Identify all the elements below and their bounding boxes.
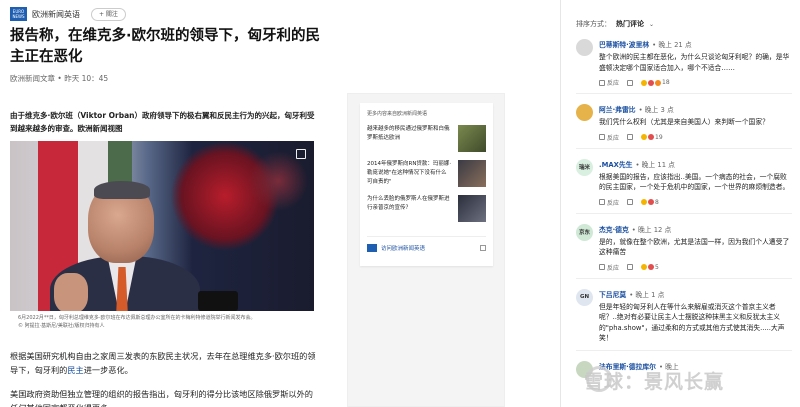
heart-icon [648,264,655,270]
more-icon[interactable] [627,199,634,205]
comment: 京东 杰克·德克 • 晚上 12 点 是的，就像在整个欧洲，尤其是法国一样，因为我… [576,214,792,279]
comment: GN 下吕尼莫 • 晚上 1 点 但是年轻的匈牙利人在等什么来解雇或消灭这个普京主… [576,279,792,351]
like-icon [641,199,648,205]
comment-time: • 晚上 1 点 [629,290,665,299]
sort-bar[interactable]: 排序方式： 热门评论 ⌄ [576,19,792,29]
reply-icon [599,134,605,140]
comment-text: 但是年轻的匈牙利人在等什么来解雇或消灭这个普京主义者呢？..绝对有必要让民主人士… [599,302,785,343]
panel-divider [560,0,561,407]
reply-button[interactable]: 反应 [599,133,619,142]
comment-text: 我们凭什么权利（尤其是来自美国人）来判断一个国家？ [599,118,769,126]
avatar[interactable]: GN [576,288,593,306]
article-title: 报告称，在维克多·欧尔班的领导下，匈牙利的民主正在恶化 [10,28,321,65]
heart-icon [648,134,655,140]
reply-icon [599,79,605,86]
euronews-small-logo [367,244,377,252]
related-thumbnail[interactable] [458,160,486,187]
comment-author[interactable]: .MAX先生 [599,161,632,169]
heart-icon [648,199,655,205]
article-paragraph: 美国政府资助但独立管理的组织的报告指出，匈牙利的得分比该地区除俄罗斯以外的任何其… [10,389,313,407]
microphone [198,291,238,311]
comment: 巴蒂斯特·波里林 • 晚上 21 点 整个欧洲的民主都在恶化，为什么只谈论匈牙利呢… [576,29,792,94]
comment-text: 整个欧洲的民主都在恶化，为什么只谈论匈牙利呢？的确，是华盛顿决定哪个国家适合加入… [599,53,790,72]
source-name[interactable]: 欧洲新闻英语 [32,9,80,20]
related-thumbnail[interactable] [458,195,486,222]
comment-time: • 晚上 12 点 [631,225,672,234]
article-meta: 欧洲新闻文章 • 昨天 10：45 [10,74,109,83]
comment-author[interactable]: 杰克·德克 [599,226,629,234]
reply-icon [599,199,605,205]
reaction-summary[interactable]: 19 [641,134,663,141]
reply-button[interactable]: 反应 [599,263,619,272]
democracy-link[interactable]: 民主 [67,365,83,375]
watermark: 雪球：景风长赢 [584,371,725,393]
reply-button[interactable]: 反应 [599,78,619,87]
article-lead: 由于维克多·欧尔班（Viktor Orban）政府领导下的极右翼和反民主行为的兴… [10,111,315,133]
like-icon [641,134,648,140]
chevron-down-icon[interactable]: ⌄ [649,21,654,28]
avatar[interactable] [576,39,593,56]
comment-author[interactable]: 下吕尼莫 [599,291,626,299]
avatar[interactable]: 瑞米 [576,158,593,176]
comment-time: • 晚上 21 点 [652,41,692,49]
reaction-summary[interactable]: 18 [641,79,670,86]
comment: 瑞米 .MAX先生 • 晚上 11 点 根据美国的报告，应该指出..美国。一个病态… [576,149,792,214]
related-thumbnail[interactable] [458,125,486,152]
avatar[interactable] [576,104,593,121]
haha-icon [655,79,662,86]
comments-panel: 排序方式： 热门评论 ⌄ 巴蒂斯特·波里林 • 晚上 21 点 整个欧洲的民主都在… [562,0,800,407]
related-card: 更多内容来自欧洲新闻英语 越来越多的移民通过俄罗斯和白俄罗斯抵达欧洲 2014年… [360,103,493,266]
visit-source-link[interactable]: 访问欧洲新闻英语 [381,244,425,252]
related-item[interactable]: 2014年俄罗斯向RN贷款：玛丽娜·勒庞说她"在这种情况下没有什么可自责的" [367,160,486,187]
related-item[interactable]: 为什么丢脸的俄罗斯人在俄罗斯进行亲普京的宣传？ [367,195,486,222]
comment: 阿兰·弗雷比 • 晚上 3 点 我们凭什么权利（尤其是来自美国人）来判断一个国家？… [576,94,792,149]
comment-time: • 晚上 11 点 [635,160,675,169]
comment-author[interactable]: 巴蒂斯特·波里林 [599,41,649,49]
heart-icon [648,79,655,86]
source-bar: EURO NEWS 欧洲新闻英语 + 關注 [10,6,320,22]
reaction-summary[interactable]: 5 [641,264,659,271]
article-paragraph: 根据美国研究机构自由之家周三发表的东欧民主状况，去年在总理维克多·欧尔班的领导下… [10,351,316,375]
related-panel: 更多内容来自欧洲新闻英语 越来越多的移民通过俄罗斯和白俄罗斯抵达欧洲 2014年… [347,93,505,407]
comment-text: 根据美国的报告，应该指出..美国。一个病态的社会，一个腐败的民主国家，一个处于危… [599,172,790,192]
reply-icon [599,264,605,270]
more-icon[interactable] [627,79,634,86]
euronews-logo[interactable]: EURO NEWS [10,7,27,21]
photo-caption: 6月2022月**日，匈牙利总理维克多·欧尔班在布达佩斯总理办公室所在的卡梅利特… [10,314,320,330]
like-icon [641,79,648,86]
avatar[interactable]: 京东 [576,223,593,241]
article-photo[interactable] [10,141,314,311]
follow-button[interactable]: + 關注 [91,7,126,21]
comment-author[interactable]: 阿兰·弗雷比 [599,106,636,114]
sort-select[interactable]: 热门评论 [616,19,644,29]
photo-credit: © 阿提拉·基斯尼/美联社/版权归持有人 [18,323,105,329]
related-footer[interactable]: 访问欧洲新闻英语 [367,236,486,252]
sort-label: 排序方式： [576,20,611,28]
fullscreen-icon[interactable] [296,149,306,159]
more-icon[interactable] [627,264,634,270]
article-column: EURO NEWS 欧洲新闻英语 + 關注 报告称，在维克多·欧尔班的领导下，匈… [0,0,330,407]
comment-time: • 晚上 3 点 [638,106,674,114]
more-icon[interactable] [627,134,634,140]
related-header: 更多内容来自欧洲新闻英语 [367,111,428,117]
related-item[interactable]: 越来越多的移民通过俄罗斯和白俄罗斯抵达欧洲 [367,125,486,152]
comment-text: 是的，就像在整个欧洲，尤其是法国一样，因为我们个人遭受了这种痛苦 [599,237,790,257]
reaction-summary[interactable]: 8 [641,199,659,206]
like-icon [641,264,648,270]
reply-button[interactable]: 反应 [599,198,619,207]
external-link-icon[interactable] [480,245,486,251]
